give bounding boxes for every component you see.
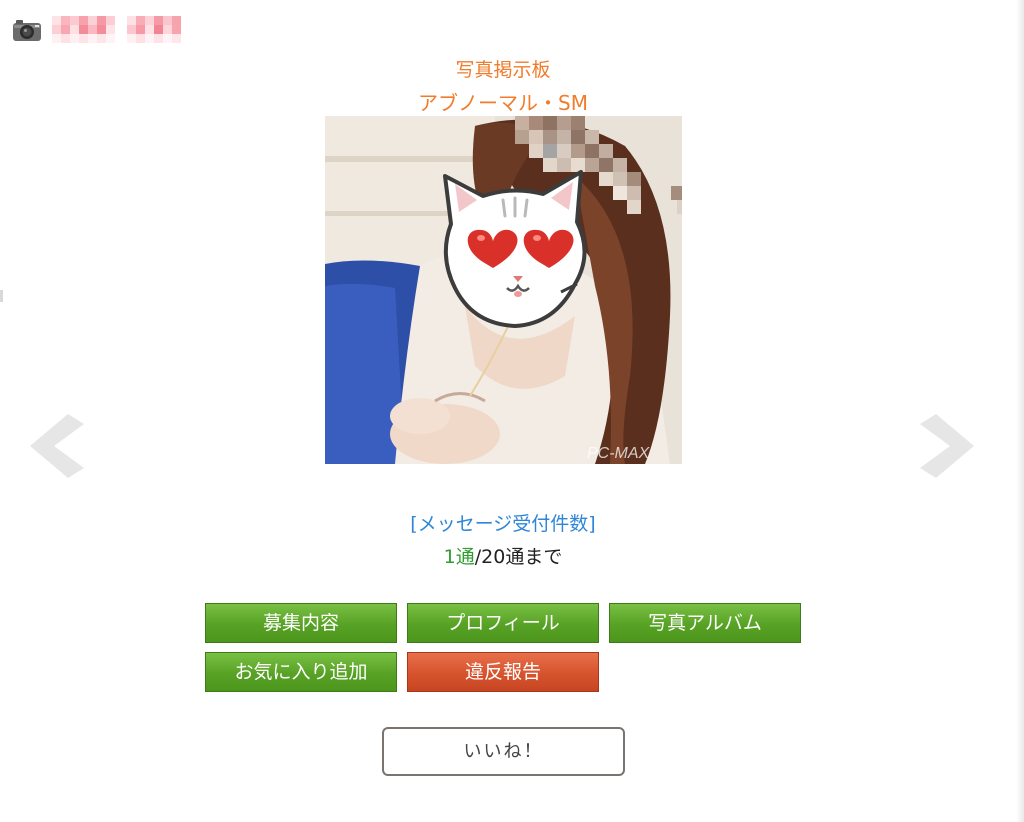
left-edge-mark [0, 290, 3, 302]
profile-button[interactable]: プロフィール [407, 603, 599, 643]
chevron-right-icon[interactable] [916, 410, 980, 482]
right-edge-shadow [1016, 0, 1024, 822]
board-title: 写真掲示板 [455, 59, 551, 81]
report-violation-button[interactable]: 違反報告 [407, 652, 599, 692]
camera-icon [13, 19, 41, 41]
message-count-link[interactable]: [メッセージ受付件数] [0, 509, 1006, 536]
like-button[interactable]: いいね！ [382, 727, 625, 776]
chevron-left-icon[interactable] [24, 410, 88, 482]
profile-photo[interactable]: PC-MAX [325, 116, 682, 464]
category-title: アブノーマル・SM [418, 91, 588, 115]
page: 写真掲示板 アブノーマル・SM PC-MAX [メッセージ受付件数] 1通/20… [0, 0, 1024, 822]
photo-album-button[interactable]: 写真アルバム [609, 603, 801, 643]
recruit-details-button[interactable]: 募集内容 [205, 603, 397, 643]
masked-username [52, 16, 181, 43]
message-count-limit: /20通まで [474, 546, 563, 568]
message-count-value: 1通 [443, 546, 475, 568]
header-bar [12, 16, 181, 43]
message-count: 1通/20通まで [0, 542, 1006, 569]
svg-text:PC-MAX: PC-MAX [587, 445, 651, 462]
add-favorite-button[interactable]: お気に入り追加 [205, 652, 397, 692]
photo-image: PC-MAX [325, 116, 682, 464]
